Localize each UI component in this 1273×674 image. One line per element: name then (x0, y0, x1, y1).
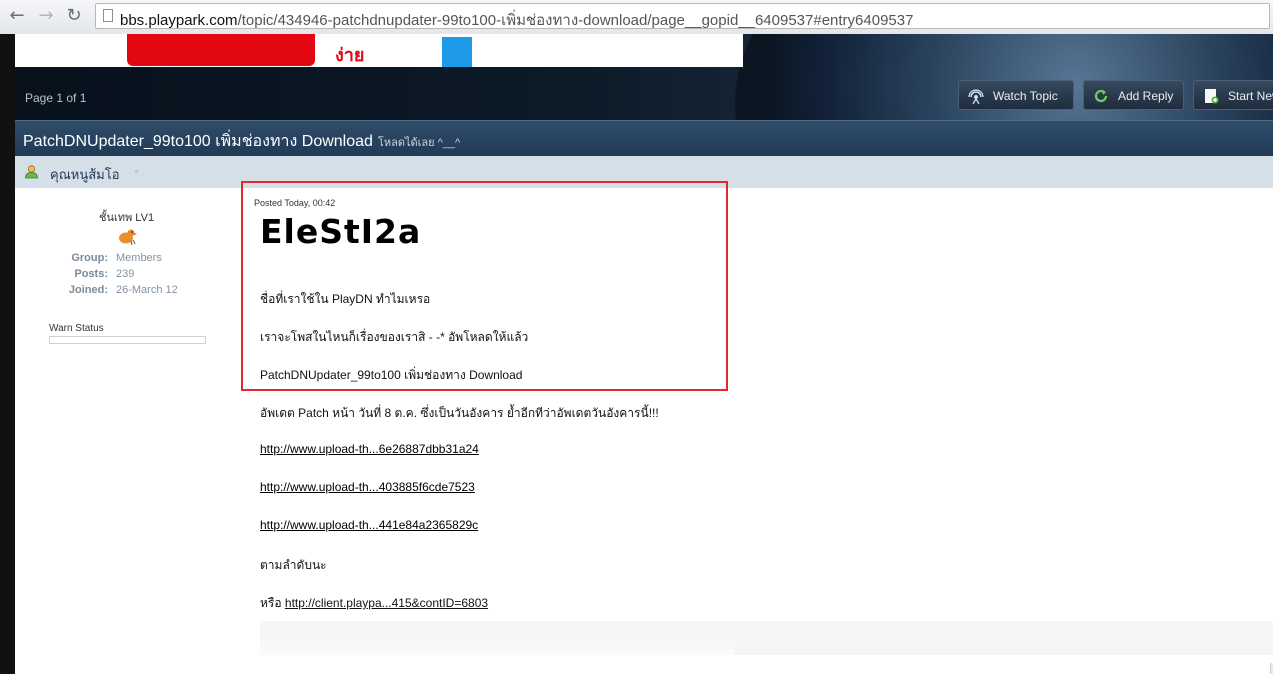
user-icon (25, 165, 38, 179)
url-host: bbs.playpark.com (120, 12, 238, 29)
forward-arrow-icon: → (38, 5, 54, 26)
author-name-link[interactable]: คุณหนูส้มโอ (50, 164, 120, 185)
post-line-4: อัพเดต Patch หน้า วันที่ 8 ต.ค. ซึ่งเป็น… (260, 406, 659, 420)
download-link-2[interactable]: http://www.upload-th...403885f6cde7523 (260, 480, 475, 494)
reload-button[interactable]: ↻ (63, 5, 85, 27)
warn-status-label: Warn Status (49, 323, 104, 334)
post-line-5: ตามลำดับนะ (260, 558, 327, 572)
author-rank: ชั้นเทพ LV1 (99, 212, 155, 224)
add-reply-button[interactable]: Add Reply (1083, 80, 1184, 110)
watch-topic-button[interactable]: Watch Topic (958, 80, 1074, 110)
new-document-icon (1205, 89, 1219, 104)
group-label: Group: (71, 252, 108, 264)
ad-banner[interactable]: ง่าย (15, 34, 743, 67)
post-date: Posted Today, 00:42 (254, 198, 336, 208)
add-reply-label: Add Reply (1118, 89, 1174, 103)
topic-description: โหลดได้เลย ^__^ (377, 137, 461, 149)
topic-title-bar: PatchDNUpdater_99to100 เพิ่มช่องทาง Down… (15, 120, 1273, 157)
group-value: Members (116, 252, 162, 264)
start-new-topic-button[interactable]: Start New (1193, 80, 1273, 110)
left-margin (0, 34, 15, 674)
start-new-label: Start New (1228, 89, 1273, 103)
url-text: bbs.playpark.com/topic/434946-patchdnupd… (120, 8, 913, 32)
signature-name: EleStI2a (260, 212, 422, 251)
warn-status-bar (49, 336, 206, 344)
rank-bird-icon (119, 229, 137, 246)
reload-icon: ↻ (66, 5, 82, 26)
banner-logo (127, 34, 315, 66)
faded-overlay (135, 628, 735, 674)
post-line-1: ชื่อที่เราใช้ใน PlayDN ทำไมเหรอ (260, 292, 431, 306)
topic-title-text: PatchDNUpdater_99to100 เพิ่มช่องทาง Down… (23, 133, 373, 150)
watch-topic-label: Watch Topic (993, 89, 1058, 103)
browser-toolbar: ← → ↻ bbs.playpark.com/topic/434946-patc… (0, 0, 1273, 35)
page-icon (103, 9, 113, 22)
joined-value: 26-March 12 (116, 284, 178, 296)
back-button[interactable]: ← (6, 5, 28, 27)
post-container: ชั้นเทพ LV1 Group: Members Posts: 239 Join… (15, 181, 1273, 674)
post-line-2: เราจะโพสในไหนก็เรื่องของเราสิ - -* อัพโห… (260, 330, 529, 344)
profile-popup-icon[interactable]: ▫ (135, 166, 138, 176)
posts-value: 239 (116, 268, 135, 280)
address-bar[interactable]: bbs.playpark.com/topic/434946-patchdnupd… (95, 3, 1270, 29)
banner-graphic (442, 37, 472, 67)
post-line-3: PatchDNUpdater_99to100 เพิ่มช่องทาง Down… (260, 368, 523, 382)
url-path: /topic/434946-patchdnupdater-99to100-เพิ… (237, 12, 914, 29)
client-download-link[interactable]: http://client.playpa...415&contID=6803 (285, 596, 488, 610)
or-label: หรือ (260, 596, 282, 610)
joined-label: Joined: (68, 284, 108, 296)
topic-title: PatchDNUpdater_99to100 เพิ่มช่องทาง Down… (23, 129, 460, 154)
download-link-3[interactable]: http://www.upload-th...441e84a2365829c (260, 518, 478, 532)
reply-icon (1094, 89, 1108, 103)
posts-label: Posts: (74, 268, 108, 280)
post-line-6: หรือ http://client.playpa...415&contID=6… (260, 594, 488, 613)
back-arrow-icon: ← (9, 5, 25, 26)
download-link-1[interactable]: http://www.upload-th...6e26887dbb31a24 (260, 442, 479, 456)
banner-text: ง่าย (335, 45, 365, 65)
forward-button[interactable]: → (35, 5, 57, 27)
watch-icon (968, 89, 984, 104)
page-info: Page 1 of 1 (25, 91, 87, 105)
forum-header: ง่าย Page 1 of 1 Watch Topic Add Reply S… (15, 34, 1273, 120)
